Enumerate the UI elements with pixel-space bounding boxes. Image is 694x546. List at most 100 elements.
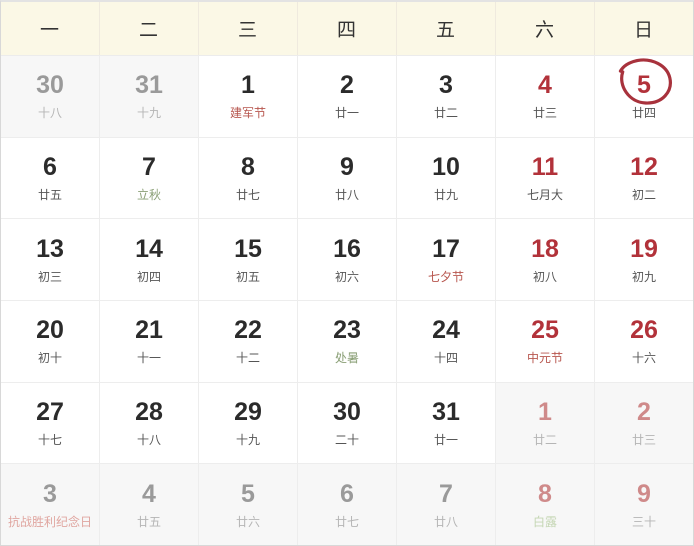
- day-number: 21: [135, 316, 163, 345]
- day-lunar-label: 廿三: [631, 433, 656, 448]
- day-lunar-label: 十七: [37, 433, 62, 448]
- day-lunar-label: 白露: [532, 514, 557, 529]
- weekday-header-1: 一: [1, 2, 100, 55]
- day-cell[interactable]: 22 十二: [199, 301, 298, 382]
- day-number: 22: [234, 316, 262, 345]
- day-number: 30: [36, 71, 64, 100]
- day-cell[interactable]: 9 廿八: [298, 137, 397, 219]
- day-number: 3: [439, 71, 453, 100]
- day-lunar-label: 七月大: [526, 188, 563, 202]
- day-cell[interactable]: 24 十四: [397, 301, 496, 382]
- day-cell[interactable]: 21 十一: [100, 301, 199, 382]
- day-cell[interactable]: 2 廿三: [595, 382, 693, 464]
- day-lunar-label: 初三: [37, 269, 62, 284]
- day-cell[interactable]: 3 廿二: [397, 56, 496, 137]
- day-cell[interactable]: 7 廿八: [397, 464, 496, 546]
- day-lunar-label: 廿一: [334, 106, 359, 121]
- day-cell[interactable]: 6 廿七: [298, 464, 397, 546]
- day-cell[interactable]: 10 廿九: [397, 137, 496, 219]
- day-cell[interactable]: 30 二十: [298, 382, 397, 464]
- day-number: 23: [333, 316, 361, 345]
- day-cell[interactable]: 31 十九: [100, 56, 199, 137]
- calendar-month-grid: 一二三四五六日 30 十八 31 十九 1 建军节 2 廿一 3 廿二 4 廿三 5 廿四 6 廿五 7 立秋 8 廿…: [0, 0, 694, 546]
- day-number: 5: [637, 71, 651, 100]
- day-cell[interactable]: 17 七夕节: [397, 219, 496, 301]
- day-cell[interactable]: 8 白露: [496, 464, 595, 546]
- day-cell[interactable]: 2 廿一: [298, 56, 397, 137]
- day-cell[interactable]: 12 初二: [595, 137, 693, 219]
- day-number: 9: [637, 479, 651, 508]
- day-number: 28: [135, 398, 163, 427]
- day-lunar-label: 十二: [235, 351, 260, 366]
- day-cell[interactable]: 1 廿二: [496, 382, 595, 464]
- day-cell[interactable]: 27 十七: [1, 382, 100, 464]
- day-lunar-label: 初六: [334, 269, 359, 284]
- day-number: 7: [439, 479, 453, 508]
- day-number: 2: [637, 398, 651, 427]
- calendar-week-row: 30 十八 31 十九 1 建军节 2 廿一 3 廿二 4 廿三 5 廿四: [1, 56, 693, 138]
- day-lunar-label: 十六: [631, 351, 656, 366]
- calendar-week-row: 20 初十 21 十一 22 十二 23 处暑 24 十四 25 中元节 26 十六: [1, 301, 693, 383]
- day-number: 31: [135, 71, 163, 100]
- day-cell[interactable]: 7 立秋: [100, 137, 199, 219]
- day-lunar-label: 十四: [433, 351, 458, 366]
- day-cell[interactable]: 16 初六: [298, 219, 397, 301]
- day-cell[interactable]: 3 抗战胜利纪念日: [1, 464, 100, 546]
- day-cell[interactable]: 25 中元节: [496, 301, 595, 382]
- day-number: 7: [142, 153, 156, 181]
- day-lunar-label: 初二: [631, 188, 656, 202]
- day-number: 27: [36, 398, 64, 427]
- day-lunar-label: 廿一: [433, 433, 458, 448]
- day-lunar-label: 初九: [631, 269, 656, 284]
- day-number: 15: [234, 234, 262, 263]
- day-cell[interactable]: 19 初九: [595, 219, 693, 301]
- day-cell[interactable]: 18 初八: [496, 219, 595, 301]
- day-cell[interactable]: 28 十八: [100, 382, 199, 464]
- day-number: 25: [531, 316, 559, 345]
- day-number: 31: [432, 398, 460, 427]
- day-cell[interactable]: 14 初四: [100, 219, 199, 301]
- day-number: 2: [340, 71, 354, 100]
- day-number: 30: [333, 398, 361, 427]
- day-cell[interactable]: 23 处暑: [298, 301, 397, 382]
- day-cell[interactable]: 8 廿七: [199, 137, 298, 219]
- weekday-header-5: 五: [397, 2, 496, 55]
- day-lunar-label: 初八: [532, 269, 557, 284]
- weekday-header-2: 二: [100, 2, 199, 55]
- day-number: 9: [340, 153, 354, 181]
- calendar-week-row: 13 初三 14 初四 15 初五 16 初六 17 七夕节 18 初八 19 初九: [1, 219, 693, 302]
- day-lunar-label: 十八: [136, 433, 161, 448]
- day-lunar-label: 十九: [235, 433, 260, 448]
- calendar-week-row: 6 廿五 7 立秋 8 廿七 9 廿八 10 廿九 11 七月大 12 初二: [1, 137, 693, 220]
- day-cell[interactable]: 30 十八: [1, 56, 100, 137]
- day-lunar-label: 廿五: [136, 514, 161, 529]
- day-number: 13: [36, 234, 64, 263]
- day-cell[interactable]: 26 十六: [595, 301, 693, 382]
- day-cell[interactable]: 5 廿四: [595, 56, 693, 137]
- day-lunar-label: 廿四: [631, 106, 656, 121]
- day-number: 8: [241, 153, 255, 181]
- day-number: 10: [432, 153, 460, 181]
- day-cell[interactable]: 20 初十: [1, 301, 100, 382]
- day-cell[interactable]: 15 初五: [199, 219, 298, 301]
- day-number: 1: [538, 398, 552, 427]
- day-lunar-label: 廿二: [433, 106, 458, 121]
- day-cell[interactable]: 4 廿五: [100, 464, 199, 546]
- day-cell[interactable]: 13 初三: [1, 219, 100, 301]
- day-cell[interactable]: 11 七月大: [496, 137, 595, 219]
- day-cell[interactable]: 6 廿五: [1, 137, 100, 219]
- day-number: 14: [135, 234, 163, 263]
- day-lunar-label: 初五: [235, 269, 260, 284]
- day-lunar-label: 廿二: [532, 433, 557, 448]
- day-lunar-label: 廿八: [433, 514, 458, 529]
- calendar-week-row: 3 抗战胜利纪念日 4 廿五 5 廿六 6 廿七 7 廿八 8 白露 9 三十: [1, 464, 693, 546]
- day-number: 29: [234, 398, 262, 427]
- day-lunar-label: 廿七: [334, 514, 359, 529]
- day-cell[interactable]: 1 建军节: [199, 56, 298, 137]
- day-cell[interactable]: 4 廿三: [496, 56, 595, 137]
- day-lunar-label: 初四: [136, 269, 161, 284]
- day-cell[interactable]: 31 廿一: [397, 382, 496, 464]
- day-cell[interactable]: 9 三十: [595, 464, 693, 546]
- day-cell[interactable]: 29 十九: [199, 382, 298, 464]
- day-cell[interactable]: 5 廿六: [199, 464, 298, 546]
